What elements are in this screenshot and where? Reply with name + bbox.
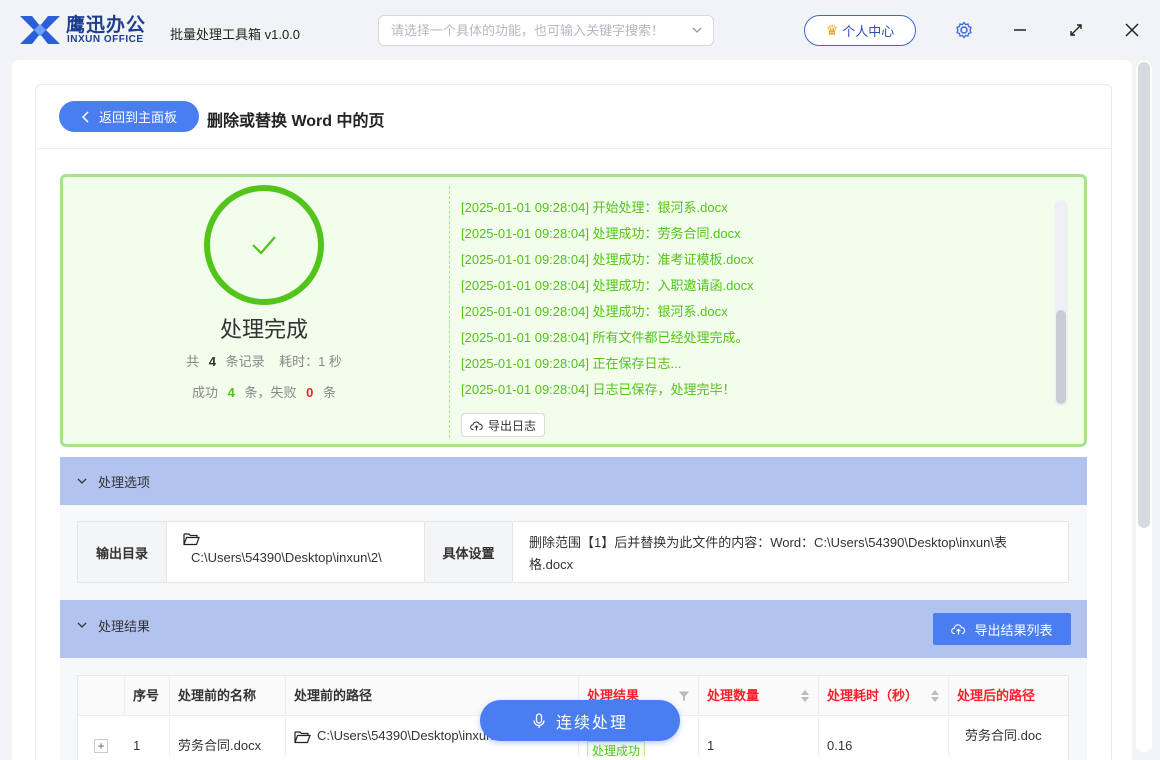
log-line: [2025-01-01 09:28:04] 正在保存日志...: [461, 356, 682, 371]
row-path-text: C:\Users\54390\Desktop\inxun: [317, 728, 494, 743]
fail-count: 0: [306, 385, 314, 400]
row-time: 0.16: [819, 717, 949, 757]
close-icon[interactable]: [1120, 18, 1144, 42]
inxun-logo-icon: [20, 16, 60, 44]
maximize-icon[interactable]: [1064, 18, 1088, 42]
success-suffix: 条，失败: [244, 385, 297, 400]
options-table: 输出目录 C:\Users\54390\Desktop\inxun\2\ 具体设…: [77, 521, 1069, 583]
page-scrollbar-thumb[interactable]: [1138, 62, 1150, 528]
output-dir-label: 输出目录: [78, 522, 167, 582]
column-header-output-path: 处理后的路径: [949, 676, 1068, 716]
total-prefix: 共: [186, 354, 200, 369]
continue-label: 连续处理: [555, 714, 628, 732]
elapsed-time: 耗时：1 秒: [279, 354, 342, 369]
user-center-label: 个人中心: [842, 24, 895, 39]
chevron-down-icon[interactable]: [76, 619, 88, 631]
continue-processing-button[interactable]: 连续处理: [480, 700, 680, 741]
divider: [449, 186, 450, 438]
row-output-path[interactable]: 劳务合同.doc: [949, 717, 1068, 757]
success-prefix: 成功: [191, 385, 218, 400]
page-title: 删除或替换 Word 中的页: [207, 113, 385, 130]
log-line: [2025-01-01 09:28:04] 处理成功：入职邀请函.docx: [461, 278, 754, 293]
export-log-button[interactable]: 导出日志: [461, 413, 545, 437]
log-line: [2025-01-01 09:28:04] 日志已保存，处理完毕！: [461, 382, 736, 397]
results-section-label: 处理结果: [98, 619, 151, 634]
column-header-time-label: 处理耗时（秒）: [827, 688, 919, 703]
success-count: 4: [227, 385, 235, 400]
column-header-time[interactable]: 处理耗时（秒）: [819, 676, 949, 716]
row-count: 1: [699, 717, 819, 757]
column-header-index: 序号: [125, 676, 170, 716]
column-header-count-label: 处理数量: [707, 688, 760, 703]
back-label: 返回到主面板: [98, 110, 177, 125]
settings-text-line: 删除范围【1】后并替换为此文件的内容：Word：C:\Users\54390\D…: [529, 535, 1007, 550]
search-input[interactable]: [379, 16, 679, 45]
row-index: 1: [125, 717, 170, 757]
export-result-list-button[interactable]: 导出结果列表: [933, 613, 1071, 645]
cloud-upload-icon: [470, 421, 483, 430]
column-header-count[interactable]: 处理数量: [699, 676, 819, 716]
fail-suffix: 条: [322, 385, 336, 400]
log-line: [2025-01-01 09:28:04] 处理成功：银河系.docx: [461, 304, 728, 319]
filter-icon[interactable]: [678, 690, 690, 702]
folder-open-icon[interactable]: [294, 730, 311, 744]
process-log: [2025-01-01 09:28:04] 开始处理：银河系.docx [202…: [461, 198, 1041, 406]
record-stats: 共 4 条记录 耗时：1 秒: [164, 351, 364, 370]
title-bar: 鹰迅办公 INXUN OFFICE 批量处理工具箱 v1.0.0 ♛ 个人中心: [0, 0, 1160, 60]
folder-open-icon[interactable]: [183, 532, 200, 546]
user-center-button[interactable]: ♛ 个人中心: [804, 15, 916, 46]
chevron-down-icon[interactable]: [691, 24, 703, 36]
row-name: 劳务合同.docx: [170, 717, 286, 757]
log-line: [2025-01-01 09:28:04] 处理成功：准考证模板.docx: [461, 252, 754, 267]
log-line: [2025-01-01 09:28:04] 处理成功：劳务合同.docx: [461, 226, 741, 241]
output-dir-path: C:\Users\54390\Desktop\inxun\2\: [191, 550, 382, 565]
log-scrollbar-thumb[interactable]: [1056, 310, 1066, 404]
success-check-icon: [204, 185, 324, 305]
options-section-label: 处理选项: [98, 475, 151, 490]
app-title: 批量处理工具箱 v1.0.0: [170, 27, 301, 42]
settings-gear-icon[interactable]: [952, 18, 976, 42]
options-section-header[interactable]: 处理选项: [60, 457, 1087, 505]
success-fail-stats: 成功 4 条，失败 0 条: [164, 382, 364, 401]
settings-label: 具体设置: [425, 522, 513, 582]
microphone-icon: [533, 712, 545, 728]
chevron-left-icon: [81, 110, 89, 123]
status-badge: 处理成功: [587, 741, 646, 757]
minimize-icon[interactable]: [1008, 18, 1032, 42]
export-list-label: 导出结果列表: [974, 622, 1053, 638]
export-log-label: 导出日志: [487, 418, 536, 433]
sort-icon[interactable]: [930, 688, 940, 704]
sort-icon[interactable]: [800, 688, 810, 704]
chevron-down-icon[interactable]: [76, 475, 88, 487]
function-search[interactable]: [378, 15, 714, 46]
output-dir-value: C:\Users\54390\Desktop\inxun\2\: [167, 522, 425, 582]
brand-name-en: INXUN OFFICE: [67, 34, 144, 45]
column-header-expand: [78, 676, 125, 716]
column-header-name: 处理前的名称: [170, 676, 286, 716]
settings-text-line: 格.docx: [529, 557, 574, 572]
total-count: 4: [208, 354, 216, 369]
status-title: 处理完成: [219, 317, 308, 342]
log-line: [2025-01-01 09:28:04] 所有文件都已经处理完成。: [461, 330, 749, 345]
log-line: [2025-01-01 09:28:04] 开始处理：银河系.docx: [461, 200, 728, 215]
crown-icon: ♛: [825, 22, 839, 38]
total-suffix: 条记录: [225, 354, 265, 369]
settings-value: 删除范围【1】后并替换为此文件的内容：Word：C:\Users\54390\D…: [513, 522, 1068, 582]
cloud-upload-icon: [951, 624, 966, 635]
row-expand-button[interactable]: +: [94, 739, 108, 753]
brand-name: 鹰迅办公: [66, 15, 147, 36]
back-to-dashboard-button[interactable]: 返回到主面板: [59, 101, 199, 132]
